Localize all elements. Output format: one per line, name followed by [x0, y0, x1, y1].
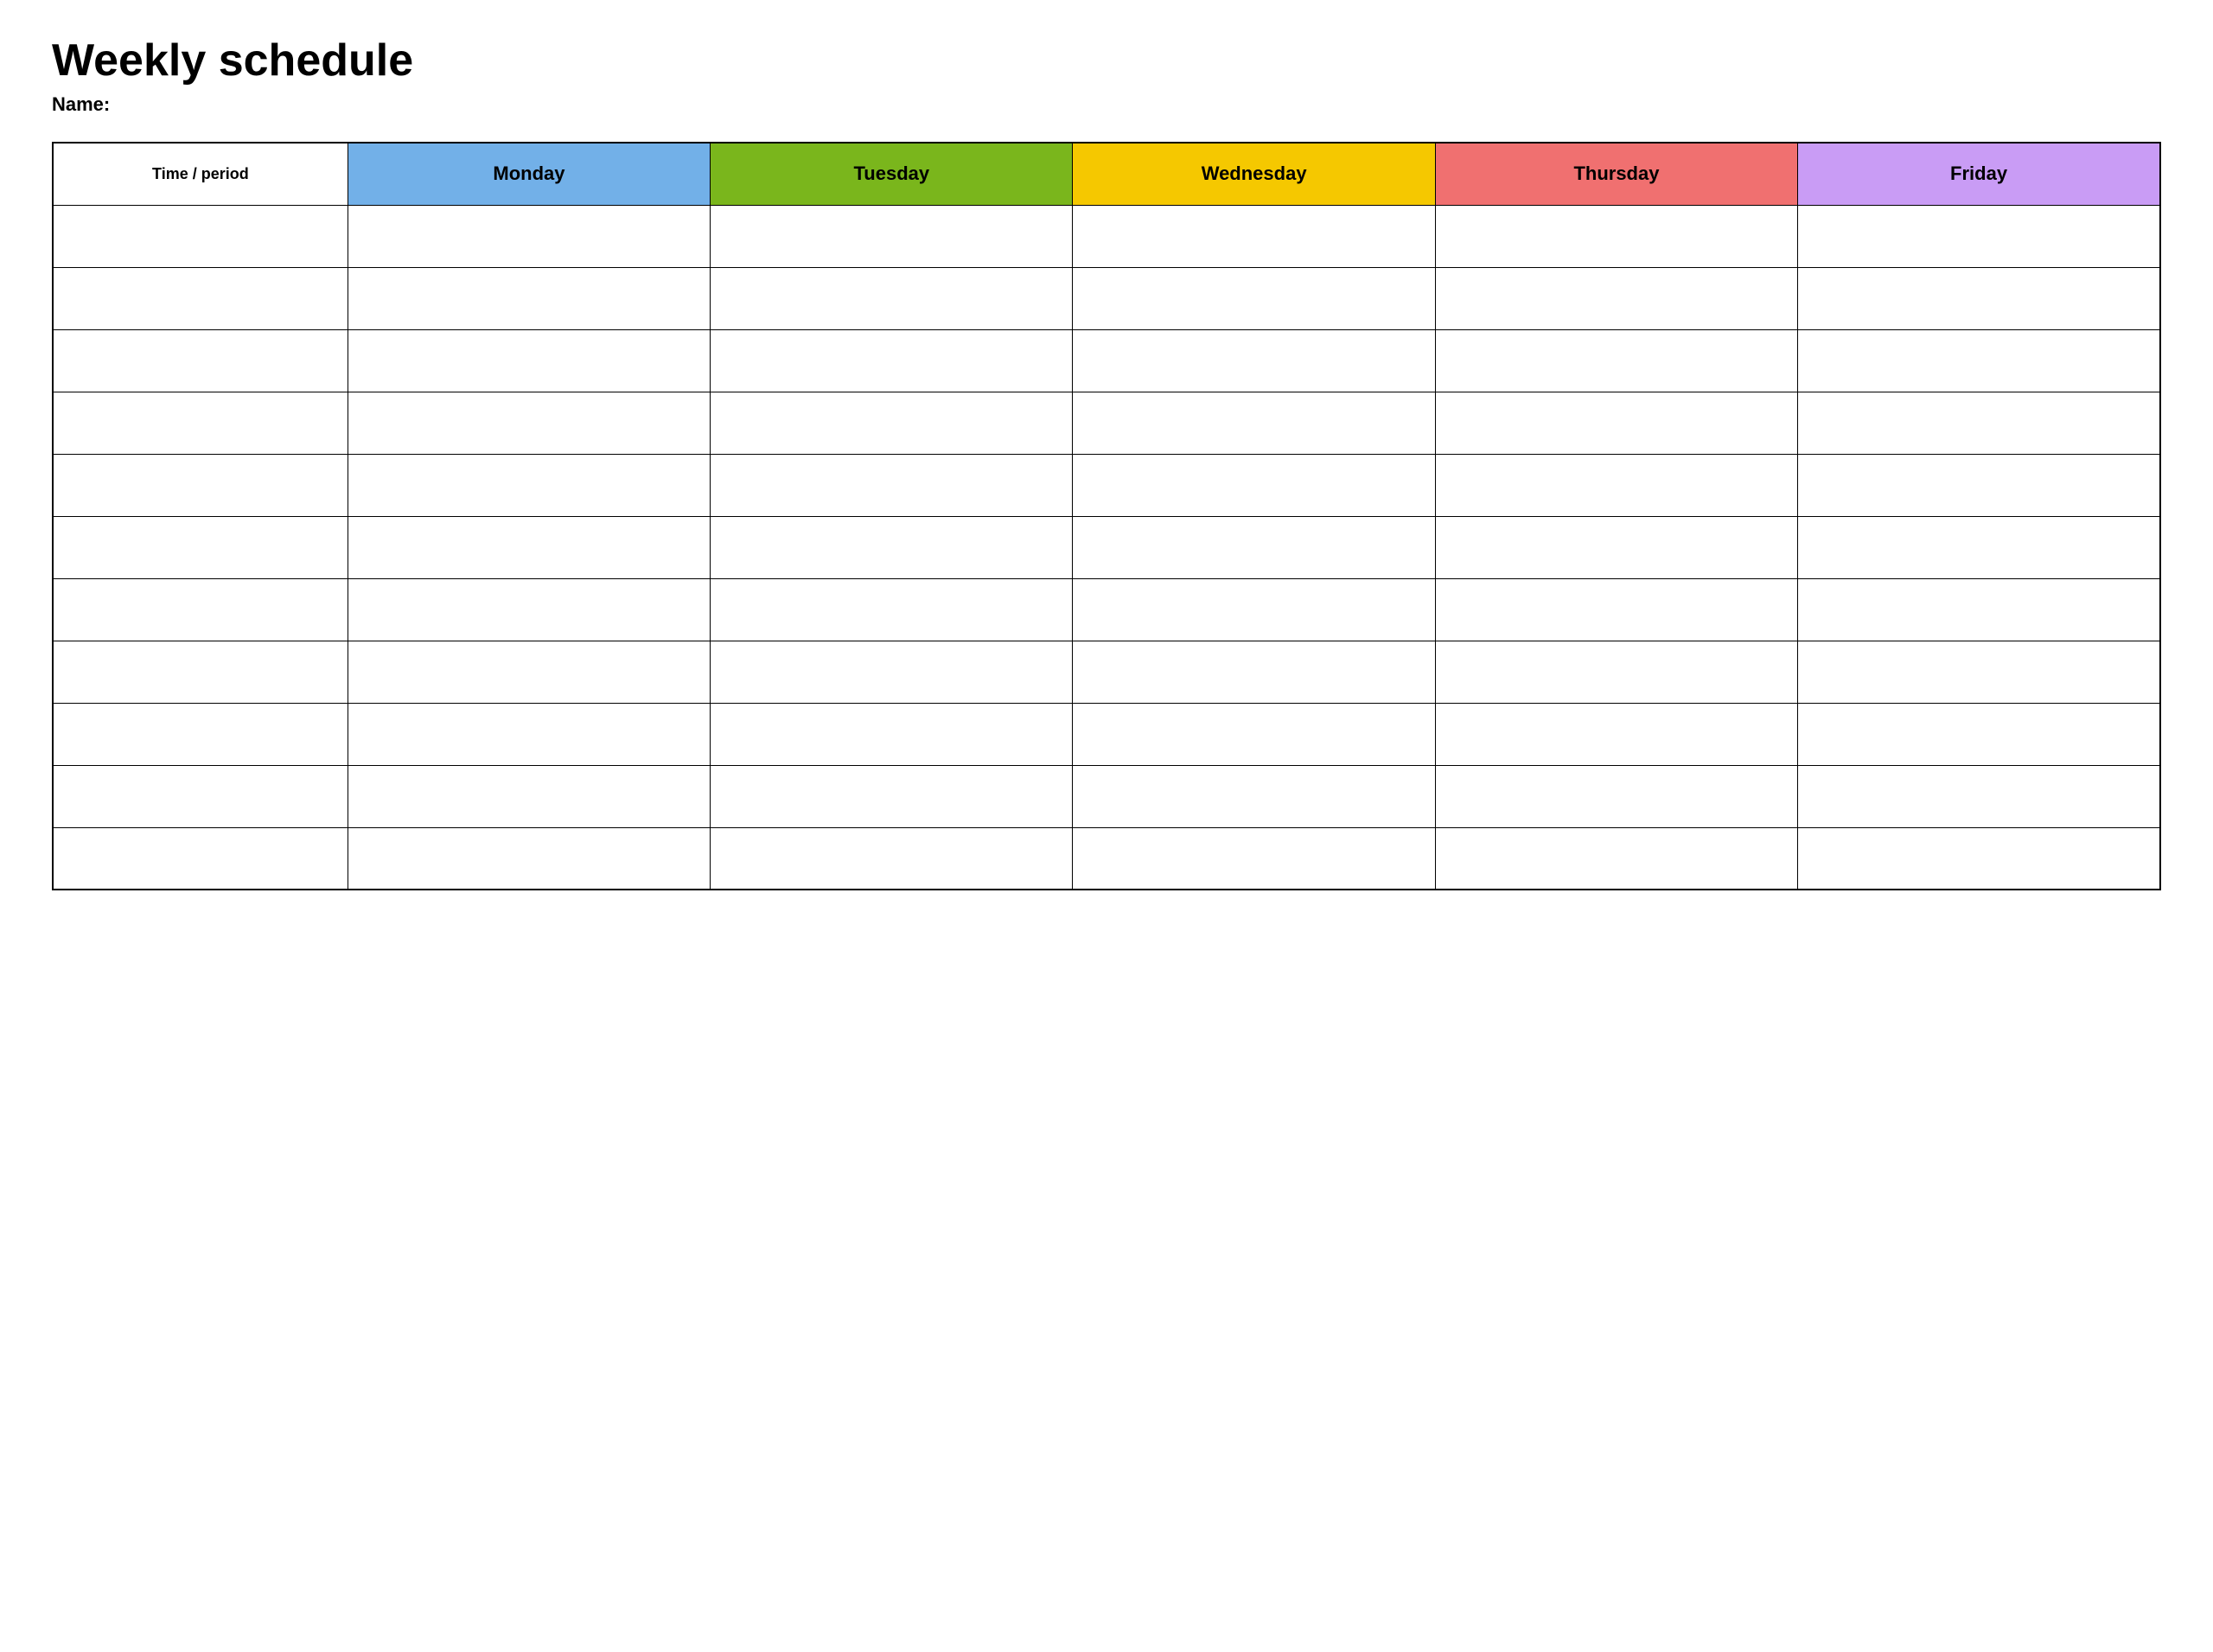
table-row: [53, 827, 2160, 890]
monday-cell[interactable]: [348, 703, 710, 765]
tuesday-cell[interactable]: [711, 641, 1073, 703]
header-row: Time / period Monday Tuesday Wednesday T…: [53, 143, 2160, 205]
monday-cell[interactable]: [348, 765, 710, 827]
wednesday-cell[interactable]: [1073, 765, 1435, 827]
table-row: [53, 516, 2160, 578]
thursday-cell[interactable]: [1435, 827, 1797, 890]
thursday-cell[interactable]: [1435, 267, 1797, 329]
monday-cell[interactable]: [348, 392, 710, 454]
tuesday-cell[interactable]: [711, 827, 1073, 890]
time-cell[interactable]: [53, 392, 348, 454]
time-cell[interactable]: [53, 205, 348, 267]
weekly-schedule-table: Time / period Monday Tuesday Wednesday T…: [52, 142, 2161, 890]
friday-cell[interactable]: [1798, 827, 2160, 890]
friday-cell[interactable]: [1798, 765, 2160, 827]
time-cell[interactable]: [53, 703, 348, 765]
time-cell[interactable]: [53, 578, 348, 641]
friday-cell[interactable]: [1798, 267, 2160, 329]
name-label: Name:: [52, 93, 2161, 116]
friday-cell[interactable]: [1798, 578, 2160, 641]
wednesday-cell[interactable]: [1073, 516, 1435, 578]
table-row: [53, 641, 2160, 703]
tuesday-cell[interactable]: [711, 267, 1073, 329]
monday-cell[interactable]: [348, 329, 710, 392]
wednesday-cell[interactable]: [1073, 392, 1435, 454]
table-row: [53, 329, 2160, 392]
thursday-cell[interactable]: [1435, 392, 1797, 454]
table-row: [53, 703, 2160, 765]
header-thursday: Thursday: [1435, 143, 1797, 205]
wednesday-cell[interactable]: [1073, 641, 1435, 703]
thursday-cell[interactable]: [1435, 765, 1797, 827]
table-row: [53, 205, 2160, 267]
tuesday-cell[interactable]: [711, 392, 1073, 454]
table-row: [53, 392, 2160, 454]
thursday-cell[interactable]: [1435, 205, 1797, 267]
header-monday: Monday: [348, 143, 710, 205]
time-cell[interactable]: [53, 454, 348, 516]
thursday-cell[interactable]: [1435, 329, 1797, 392]
tuesday-cell[interactable]: [711, 516, 1073, 578]
monday-cell[interactable]: [348, 578, 710, 641]
wednesday-cell[interactable]: [1073, 454, 1435, 516]
friday-cell[interactable]: [1798, 329, 2160, 392]
wednesday-cell[interactable]: [1073, 703, 1435, 765]
monday-cell[interactable]: [348, 516, 710, 578]
wednesday-cell[interactable]: [1073, 267, 1435, 329]
wednesday-cell[interactable]: [1073, 827, 1435, 890]
header-friday: Friday: [1798, 143, 2160, 205]
tuesday-cell[interactable]: [711, 703, 1073, 765]
friday-cell[interactable]: [1798, 641, 2160, 703]
tuesday-cell[interactable]: [711, 578, 1073, 641]
wednesday-cell[interactable]: [1073, 578, 1435, 641]
time-cell[interactable]: [53, 641, 348, 703]
page-title: Weekly schedule: [52, 35, 2161, 86]
wednesday-cell[interactable]: [1073, 329, 1435, 392]
table-row: [53, 454, 2160, 516]
header-time-period: Time / period: [53, 143, 348, 205]
thursday-cell[interactable]: [1435, 516, 1797, 578]
table-row: [53, 578, 2160, 641]
friday-cell[interactable]: [1798, 454, 2160, 516]
time-cell[interactable]: [53, 329, 348, 392]
time-cell[interactable]: [53, 827, 348, 890]
header-tuesday: Tuesday: [711, 143, 1073, 205]
table-row: [53, 765, 2160, 827]
friday-cell[interactable]: [1798, 516, 2160, 578]
header-wednesday: Wednesday: [1073, 143, 1435, 205]
friday-cell[interactable]: [1798, 392, 2160, 454]
tuesday-cell[interactable]: [711, 454, 1073, 516]
thursday-cell[interactable]: [1435, 703, 1797, 765]
tuesday-cell[interactable]: [711, 205, 1073, 267]
thursday-cell[interactable]: [1435, 578, 1797, 641]
tuesday-cell[interactable]: [711, 765, 1073, 827]
thursday-cell[interactable]: [1435, 641, 1797, 703]
table-row: [53, 267, 2160, 329]
friday-cell[interactable]: [1798, 205, 2160, 267]
monday-cell[interactable]: [348, 205, 710, 267]
monday-cell[interactable]: [348, 827, 710, 890]
time-cell[interactable]: [53, 765, 348, 827]
wednesday-cell[interactable]: [1073, 205, 1435, 267]
monday-cell[interactable]: [348, 454, 710, 516]
friday-cell[interactable]: [1798, 703, 2160, 765]
monday-cell[interactable]: [348, 641, 710, 703]
time-cell[interactable]: [53, 516, 348, 578]
tuesday-cell[interactable]: [711, 329, 1073, 392]
monday-cell[interactable]: [348, 267, 710, 329]
time-cell[interactable]: [53, 267, 348, 329]
thursday-cell[interactable]: [1435, 454, 1797, 516]
